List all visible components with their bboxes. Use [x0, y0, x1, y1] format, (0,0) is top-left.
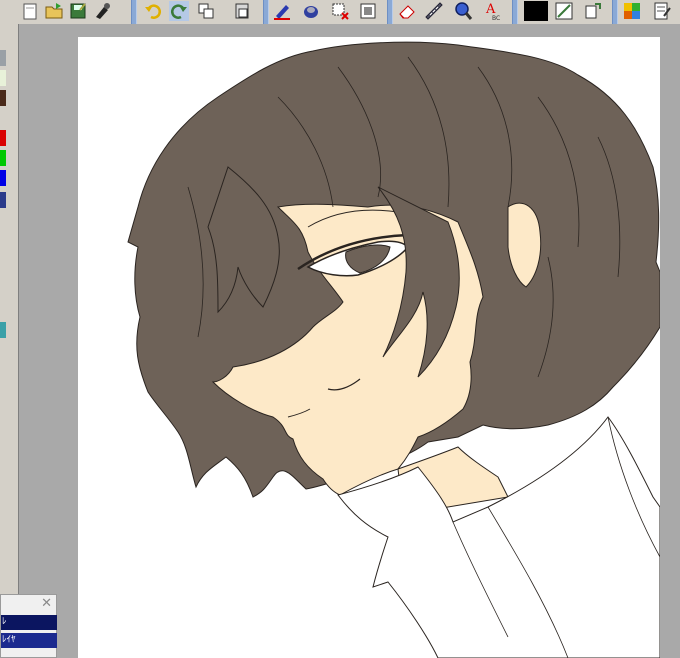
character-illustration: [127, 41, 660, 658]
pen-icon[interactable]: [272, 1, 292, 21]
brush-icon[interactable]: [92, 1, 112, 21]
zoom-icon[interactable]: [453, 1, 473, 21]
color-swatch[interactable]: [0, 150, 6, 166]
color-swatch[interactable]: [0, 50, 6, 66]
layer-row[interactable]: ﾚ: [1, 615, 57, 630]
save-icon[interactable]: [68, 1, 88, 21]
copy-icon[interactable]: [196, 1, 216, 21]
ruler-pen-icon[interactable]: [554, 1, 574, 21]
color-swatch[interactable]: [0, 130, 6, 146]
toolbar-separator: [387, 0, 393, 24]
color-swatch[interactable]: [0, 192, 6, 208]
layer-row[interactable]: ﾚｲﾔ: [1, 633, 57, 648]
main-toolbar: A BC: [0, 0, 680, 25]
eraser-icon[interactable]: [397, 1, 417, 21]
new-file-icon[interactable]: [20, 1, 40, 21]
select-clear-icon[interactable]: [330, 1, 350, 21]
toolbar-separator: [512, 0, 518, 24]
color-swatch[interactable]: [0, 70, 6, 86]
drawing-canvas[interactable]: [78, 37, 660, 658]
close-icon[interactable]: ✕: [41, 597, 52, 611]
color-swatch[interactable]: [0, 322, 6, 338]
left-tool-panel: [0, 24, 19, 658]
open-folder-icon[interactable]: [44, 1, 64, 21]
fill-bucket-icon[interactable]: [301, 1, 321, 21]
ruler-icon[interactable]: [424, 1, 444, 21]
toolbar-separator: [612, 0, 618, 24]
palette-grid-icon[interactable]: [622, 1, 642, 21]
paste-icon[interactable]: [232, 1, 252, 21]
notes-icon[interactable]: [652, 1, 672, 21]
svg-text:BC: BC: [492, 15, 500, 21]
toolbar-separator: [263, 0, 269, 24]
color-swatch[interactable]: [0, 90, 6, 106]
undo-icon[interactable]: [143, 1, 163, 21]
layer-move-icon[interactable]: [583, 1, 603, 21]
layer-window: ✕ ﾚ ﾚｲﾔ: [0, 594, 57, 658]
color-swatch[interactable]: [0, 170, 6, 186]
color-black-icon[interactable]: [524, 1, 548, 21]
text-icon[interactable]: A BC: [482, 1, 502, 21]
toolbar-separator: [131, 0, 137, 24]
canvas-icon[interactable]: [358, 1, 378, 21]
redo-icon[interactable]: [169, 1, 189, 21]
